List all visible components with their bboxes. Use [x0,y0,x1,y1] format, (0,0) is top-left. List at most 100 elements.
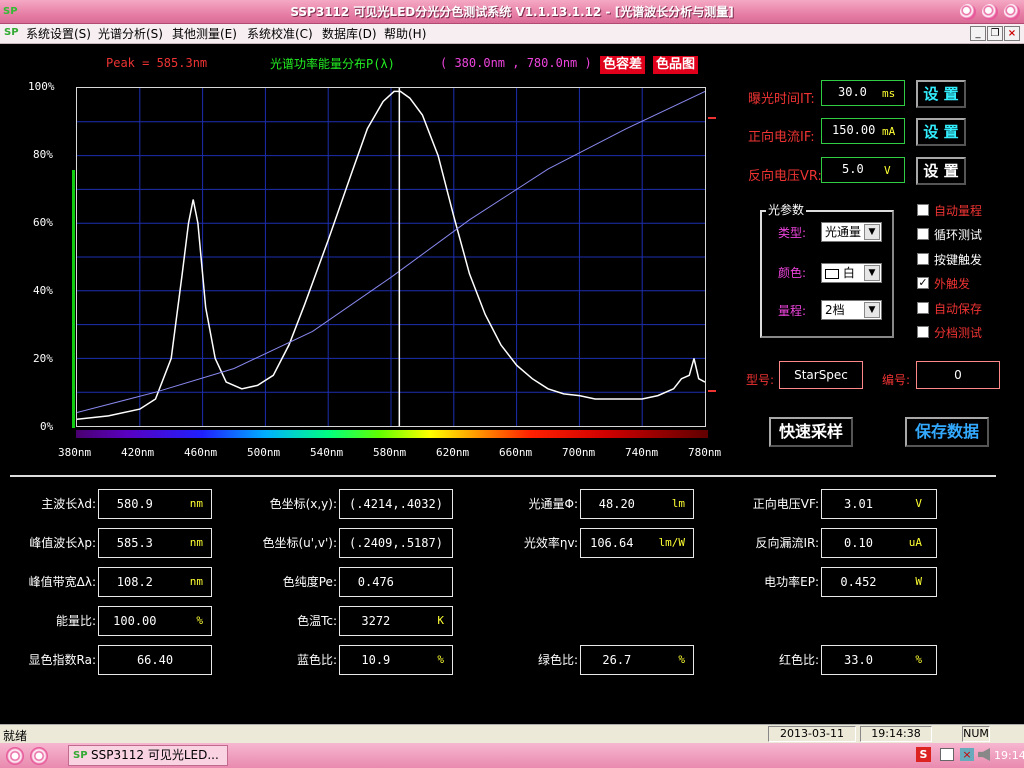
mdi-restore-button[interactable]: ❐ [987,26,1003,41]
menu-other-measure[interactable]: 其他测量(E) [172,24,237,44]
checkbox-loop-test[interactable] [917,228,929,240]
serial-field[interactable]: 0 [916,361,1000,389]
x-tick-500: 500nm [247,446,281,459]
power-value: 0.452 [840,575,877,589]
energy-ratio-value: 100.00 [113,614,157,628]
maximize-icon[interactable] [982,4,998,20]
type-select[interactable]: 光通量 ▼ [821,222,882,242]
taskbar-clock: 19:14 [994,749,1024,762]
checkbox-bin-test[interactable] [917,326,929,338]
tray-keyboard-icon[interactable] [940,748,954,761]
x-tick-780: 780nm [688,446,722,459]
blue-ratio-field: 10.9% [339,645,453,675]
menu-spectrum-analysis[interactable]: 光谱分析(S) [98,24,163,44]
power-field: 0.452 W [821,567,937,597]
mdi-minimize-button[interactable]: _ [970,26,986,41]
spectrum-chart[interactable] [76,87,706,427]
tray-s-icon[interactable]: S [916,747,931,762]
color-swatch [825,268,839,279]
mdi-app-icon[interactable]: SP [4,27,19,38]
x-tick-660: 660nm [499,446,533,459]
range-select[interactable]: 2档 ▼ [821,300,882,320]
cri-value: 66.40 [136,653,174,667]
y-tick-60: 60% [33,216,53,229]
cct-unit: K [437,614,444,627]
power-unit: W [915,575,922,588]
ir-field: 0.10 uA [821,528,937,558]
peak-readout: Peak = 585.3nm [106,56,208,70]
voltage-field[interactable]: 5.0 V [821,157,905,183]
voltage-unit: V [884,164,891,177]
status-time: 19:14:38 [860,726,932,742]
menu-help[interactable]: 帮助(H) [384,24,426,44]
exposure-set-button[interactable]: 设 置 [916,80,966,108]
minimize-icon[interactable] [960,4,976,20]
checkbox-ext-trigger-label: 外触发 [934,277,971,291]
menu-calibration[interactable]: 系统校准(C) [247,24,313,44]
checkbox-auto-save-label: 自动保存 [934,302,983,316]
chromaticity-button[interactable]: 色品图 [653,56,699,74]
quicklaunch-swirl-icon[interactable] [30,747,48,765]
exposure-field[interactable]: 30.0 ms [821,80,905,106]
efficacy-unit: lm/W [658,536,686,549]
x-tick-420: 420nm [121,446,155,459]
flux-field: 48.20 lm [580,489,694,519]
purity-label: 色纯度Pe: [282,575,337,589]
flux-value: 48.20 [598,497,635,511]
checkbox-loop-test-label: 循环测试 [934,228,983,242]
menu-database[interactable]: 数据库(D) [322,24,377,44]
current-set-button[interactable]: 设 置 [916,118,966,146]
start-swirl-icon[interactable] [6,747,24,765]
uv-field: (.2409,.5187) [339,528,453,558]
quick-sample-button[interactable]: 快速采样 [769,417,853,447]
peak-wl-unit: nm [189,536,203,549]
right-marker-top [708,117,716,119]
model-label: 型号: [746,373,775,387]
exposure-unit: ms [882,87,896,100]
purity-value: 0.476 [357,575,394,589]
type-dropdown-icon[interactable]: ▼ [864,224,880,240]
uv-value: (.2409,.5187) [349,536,443,550]
current-value: 150.00 [832,123,876,137]
flux-unit: lm [671,497,685,510]
x-tick-460: 460nm [184,446,218,459]
x-tick-580: 580nm [373,446,407,459]
cri-field: 66.40 [98,645,212,675]
color-tolerance-button[interactable]: 色容差 [600,56,646,74]
vf-unit: V [915,497,922,510]
current-unit: mA [882,125,896,138]
checkbox-auto-save[interactable] [917,302,929,314]
model-field[interactable]: StarSpec [779,361,863,389]
checkbox-key-trigger[interactable] [917,253,929,265]
blue-ratio-label: 蓝色比: [296,653,337,667]
vf-field: 3.01 V [821,489,937,519]
type-select-value: 光通量 [825,225,862,239]
light-params-legend: 光参数 [766,201,807,218]
xy-field: (.4214,.4032) [339,489,453,519]
voltage-label: 反向电压VR: [748,169,822,184]
red-ratio-value: 33.0 [844,653,873,667]
checkbox-bin-test-label: 分档测试 [934,326,983,340]
checkbox-ext-trigger[interactable]: ✓ [917,277,929,289]
tray-network-icon[interactable]: × [960,748,974,761]
current-field[interactable]: 150.00 mA [821,118,905,144]
range-label: 量程: [778,304,807,318]
save-data-button[interactable]: 保存数据 [905,417,989,447]
green-ratio-field: 26.7% [580,645,694,675]
close-icon[interactable] [1004,4,1020,20]
y-tick-20: 20% [33,352,53,365]
dominant-wl-value: 580.9 [116,497,153,511]
cct-label: 色温Tc: [297,614,337,628]
mdi-close-button[interactable]: × [1004,26,1020,41]
taskbar-app-button[interactable]: SP SSP3112 可见光LED... [68,745,228,766]
checkbox-auto-range-label: 自动量程 [934,204,983,218]
checkbox-auto-range[interactable] [917,204,929,216]
red-ratio-unit: % [915,653,922,666]
menu-system-settings[interactable]: 系统设置(S) [26,24,91,44]
range-dropdown-icon[interactable]: ▼ [864,302,880,318]
y-green-bar [72,170,75,428]
voltage-set-button[interactable]: 设 置 [916,157,966,185]
xy-value: (.4214,.4032) [349,497,443,511]
color-dropdown-icon[interactable]: ▼ [864,265,880,281]
color-select[interactable]: 白 ▼ [821,263,882,283]
